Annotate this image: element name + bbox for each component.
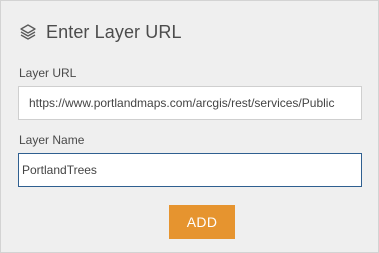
enter-layer-url-panel: Enter Layer URL Layer URL Layer Name ADD: [0, 0, 379, 253]
panel-header: Enter Layer URL: [18, 18, 182, 46]
layers-icon: [18, 22, 38, 42]
panel-title: Enter Layer URL: [46, 21, 182, 42]
layer-name-label: Layer Name: [19, 133, 85, 147]
layer-name-input[interactable]: [18, 153, 362, 187]
layer-url-input[interactable]: [18, 86, 362, 120]
add-button[interactable]: ADD: [169, 205, 235, 239]
layer-url-label: Layer URL: [19, 66, 77, 80]
